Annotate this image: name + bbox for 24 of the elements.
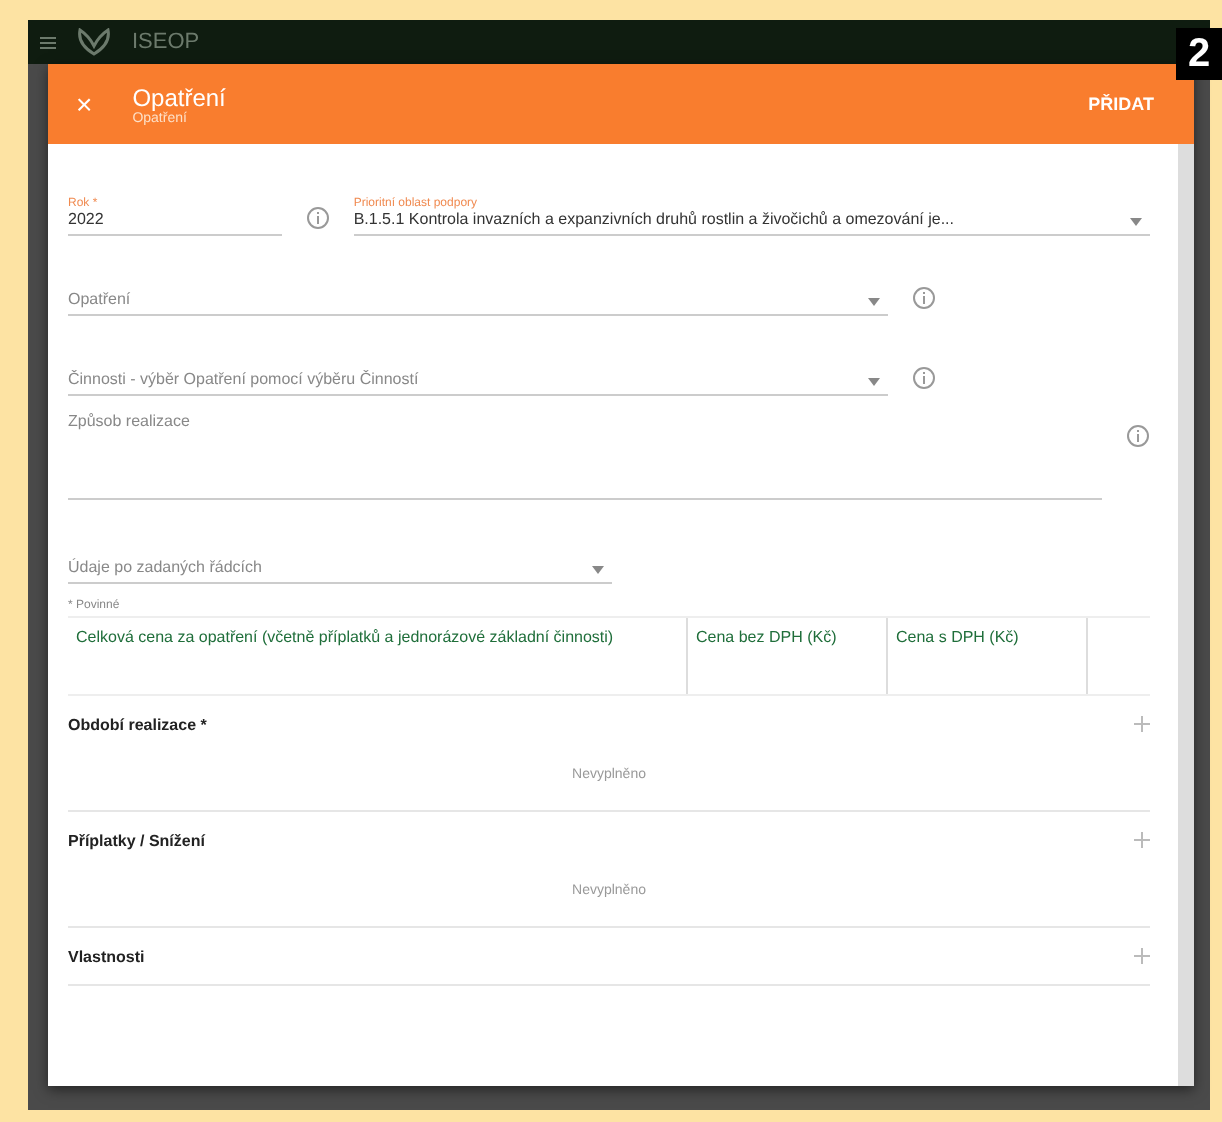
number-badge: 2: [1176, 28, 1222, 80]
plus-icon[interactable]: [1134, 832, 1150, 848]
rows-select-field[interactable]: Údaje po zadaných řádcích: [68, 558, 612, 584]
plus-icon[interactable]: [1134, 948, 1150, 964]
close-button[interactable]: ×: [76, 88, 93, 120]
info-icon[interactable]: [1126, 424, 1150, 448]
app-title: ISEOP: [132, 30, 200, 54]
column-header: Cena bez DPH (Kč): [688, 618, 888, 694]
info-icon[interactable]: [305, 206, 330, 230]
dialog-title: Opatření: [132, 83, 228, 111]
text-field[interactable]: Způsob realizace: [68, 412, 1102, 500]
info-icon[interactable]: [912, 366, 936, 390]
info-icon[interactable]: [912, 286, 936, 310]
section-title: Příplatky / Snížení: [68, 831, 205, 849]
column-header: Celková cena za opatření (včetně příplatků a jednorázové základní činnosti): [68, 618, 688, 694]
logo-icon: [72, 28, 116, 56]
section-title: Období realizace *: [68, 715, 207, 733]
select-field[interactable]: Činnosti - výběr Opatření pomocí výběru Činností: [68, 370, 888, 396]
menu-icon[interactable]: [40, 35, 56, 49]
section-title: Vlastnosti: [68, 947, 145, 965]
select-field[interactable]: Opatření: [68, 290, 888, 316]
add-button[interactable]: PŘIDAT: [1076, 92, 1166, 116]
column-header: Cena s DPH (Kč): [888, 618, 1088, 694]
plus-icon[interactable]: [1134, 716, 1150, 732]
